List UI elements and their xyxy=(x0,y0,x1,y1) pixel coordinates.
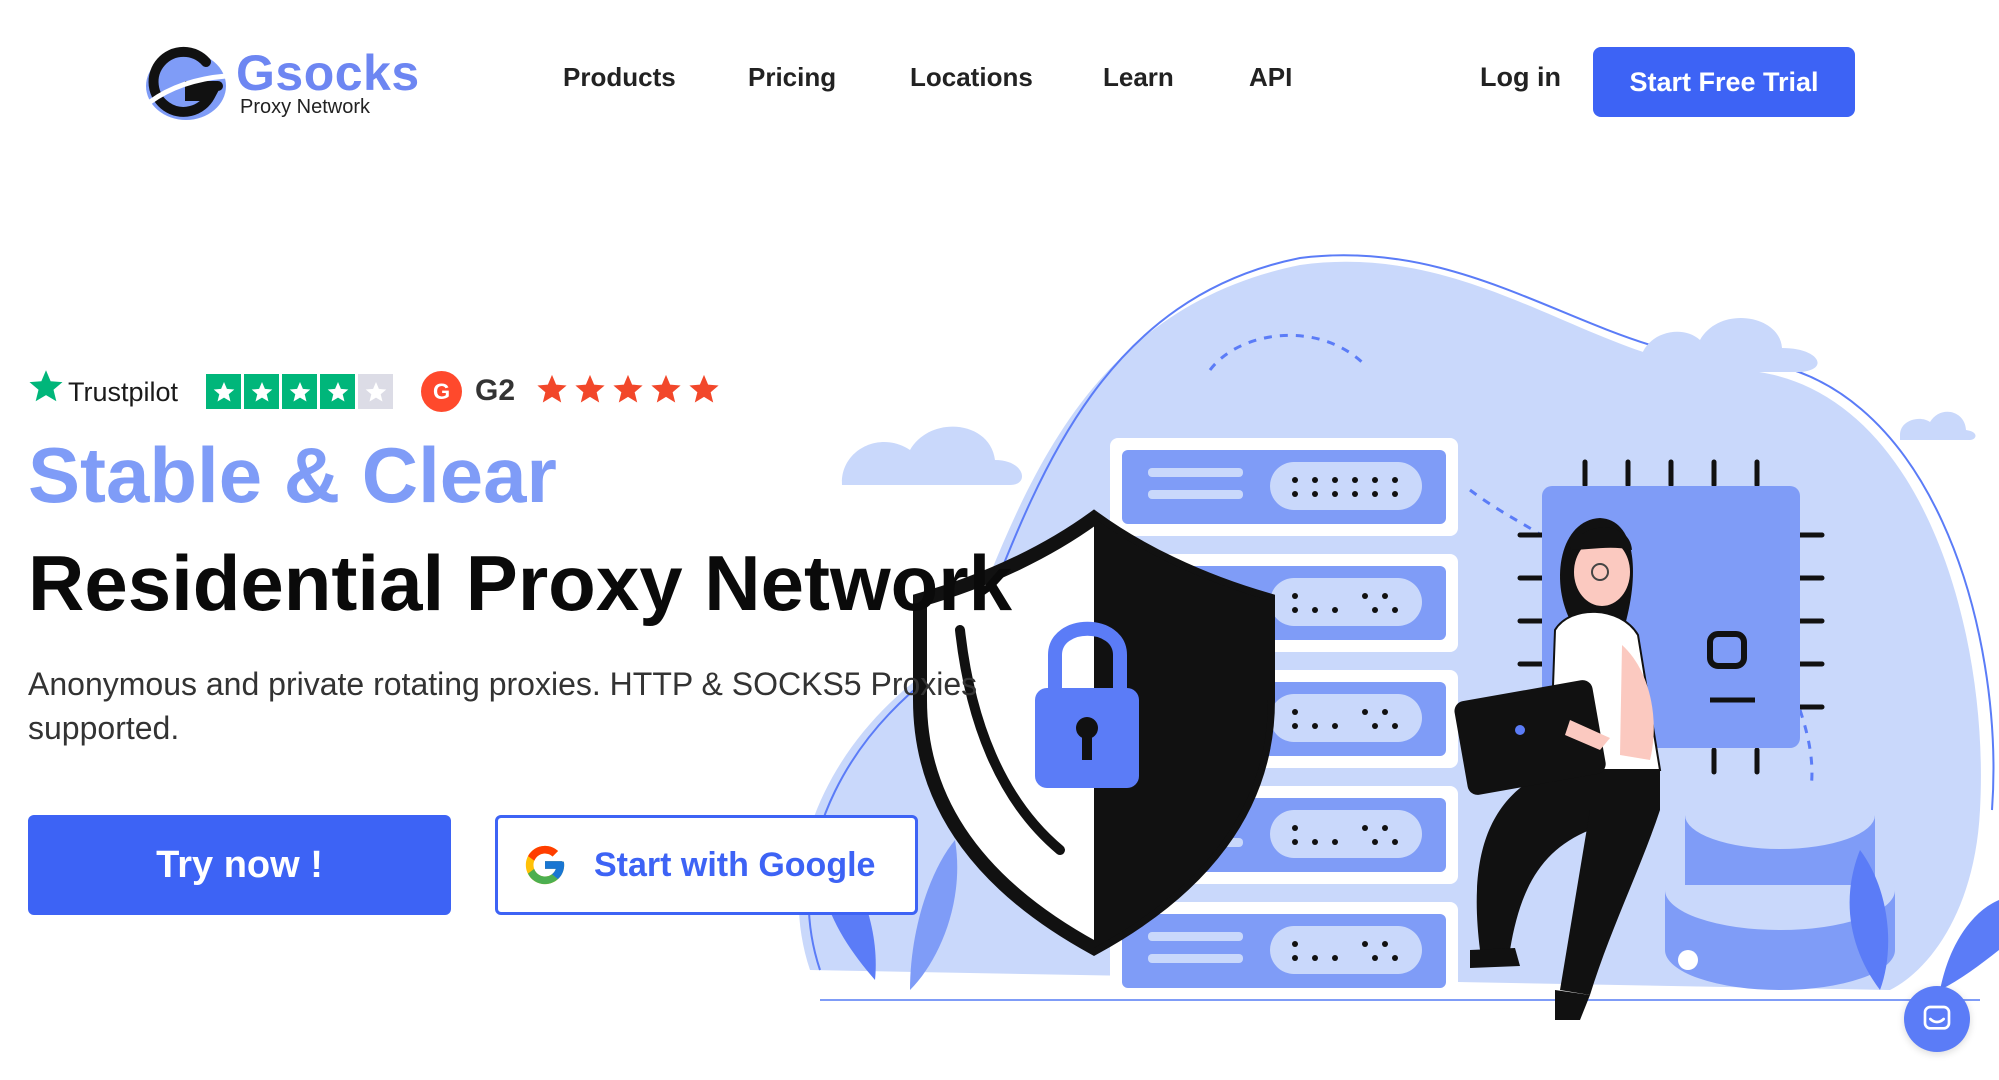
hero-title-main: Residential Proxy Network xyxy=(28,539,1012,627)
g2-star-icon xyxy=(537,374,567,403)
start-free-trial-button[interactable]: Start Free Trial xyxy=(1593,47,1855,117)
chat-widget-button[interactable] xyxy=(1904,986,1970,1052)
chat-icon xyxy=(1923,1005,1951,1030)
trustpilot-star xyxy=(206,374,241,409)
nav-pricing[interactable]: Pricing xyxy=(748,62,836,93)
g2-star-icon xyxy=(575,374,605,403)
g2-star-icon xyxy=(651,374,681,403)
google-button-label: Start with Google xyxy=(594,845,876,884)
g2-label: G2 xyxy=(475,374,516,407)
hero-subtitle: Anonymous and private rotating proxies. … xyxy=(28,666,978,746)
nav-locations[interactable]: Locations xyxy=(910,62,1033,93)
logo[interactable]: Gsocks Proxy Network xyxy=(140,40,420,130)
google-icon xyxy=(525,845,565,885)
gsocks-logo-icon xyxy=(146,46,227,120)
nav-api[interactable]: API xyxy=(1249,62,1292,93)
g2-star-icon xyxy=(613,374,643,403)
trustpilot-star-icon xyxy=(29,370,63,402)
trustpilot-star xyxy=(244,374,279,409)
trustpilot-star xyxy=(320,374,355,409)
g2-star-icon xyxy=(689,374,719,403)
hero-illustration xyxy=(798,254,1999,1020)
start-with-google-button[interactable]: Start with Google xyxy=(495,815,918,915)
try-now-button[interactable]: Try now ! xyxy=(28,815,451,915)
g2-rating xyxy=(535,372,721,406)
trustpilot-label: Trustpilot xyxy=(68,377,179,407)
nav-products[interactable]: Products xyxy=(563,62,676,93)
logo-subtitle: Proxy Network xyxy=(240,96,371,118)
login-link[interactable]: Log in xyxy=(1480,62,1561,93)
hero-title-accent: Stable & Clear xyxy=(28,431,557,519)
trustpilot-rating xyxy=(206,374,393,409)
g2-logo-icon: G xyxy=(421,371,462,412)
trustpilot-star xyxy=(282,374,317,409)
trustpilot-star-empty xyxy=(358,374,393,409)
nav-learn[interactable]: Learn xyxy=(1103,62,1174,93)
logo-name: Gsocks xyxy=(236,45,420,101)
